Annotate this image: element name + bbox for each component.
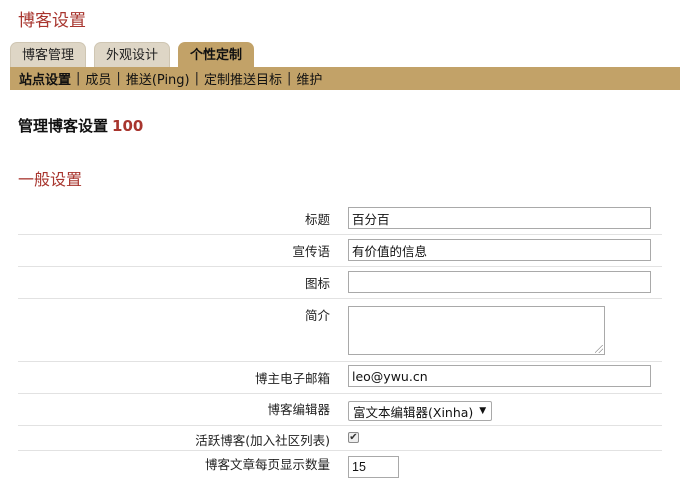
subnav-separator: | xyxy=(194,71,200,86)
email-label: 博主电子邮箱 xyxy=(254,371,330,386)
subnav-ping[interactable]: 推送(Ping) xyxy=(126,69,190,88)
title-input[interactable] xyxy=(348,207,651,229)
manage-heading: 管理博客设置 100 xyxy=(18,115,143,136)
manage-heading-count: 100 xyxy=(112,117,144,135)
dropdown-arrow-icon: ▼ xyxy=(479,406,487,416)
icon-input[interactable] xyxy=(348,271,651,293)
tagline-input[interactable] xyxy=(348,239,651,261)
resize-grip-icon[interactable] xyxy=(595,345,603,353)
editor-select-value: 富文本编辑器(Xinha) xyxy=(353,404,474,420)
general-settings-form: 标题 宣传语 图标 简介 博主电子邮箱 博客编辑器 富文本编辑器(Xinha) ▼… xyxy=(18,203,662,481)
per-page-label: 博客文章每页显示数量 xyxy=(204,457,330,472)
manage-heading-label: 管理博客设置 xyxy=(18,117,109,135)
tab-customization[interactable]: 个性定制 xyxy=(178,42,255,67)
check-mark-icon: ✔ xyxy=(349,432,358,443)
main-tabs: 博客管理 外观设计 个性定制 xyxy=(10,42,262,67)
form-row-title: 标题 xyxy=(18,203,662,235)
form-row-active: 活跃博客(加入社区列表) ✔ xyxy=(18,426,662,451)
form-row-per-page: 博客文章每页显示数量 xyxy=(18,451,662,481)
page-title: 博客设置 xyxy=(18,11,86,31)
active-checkbox[interactable]: ✔ xyxy=(348,432,359,443)
form-row-editor: 博客编辑器 富文本编辑器(Xinha) ▼ xyxy=(18,394,662,426)
subnav-separator: | xyxy=(116,71,121,86)
editor-select[interactable]: 富文本编辑器(Xinha) ▼ xyxy=(348,401,493,421)
subnav-separator: | xyxy=(287,71,292,86)
form-row-tagline: 宣传语 xyxy=(18,235,662,267)
icon-label: 图标 xyxy=(304,276,330,291)
subnav-site-settings[interactable]: 站点设置 xyxy=(19,69,71,88)
form-row-icon: 图标 xyxy=(18,267,662,299)
intro-label: 简介 xyxy=(304,308,330,323)
subnav-members[interactable]: 成员 xyxy=(85,69,111,88)
sub-navigation: 站点设置 | 成员 | 推送(Ping) | 定制推送目标 | 维护 xyxy=(10,67,680,90)
subnav-separator: | xyxy=(76,71,81,86)
active-label: 活跃博客(加入社区列表) xyxy=(195,433,330,448)
per-page-input[interactable] xyxy=(348,456,399,478)
section-title: 一般设置 xyxy=(18,170,83,189)
subnav-custom-ping-targets[interactable]: 定制推送目标 xyxy=(204,69,282,88)
tagline-label: 宣传语 xyxy=(292,244,330,259)
tab-blog-management[interactable]: 博客管理 xyxy=(10,42,87,67)
email-input[interactable] xyxy=(348,365,651,387)
form-row-email: 博主电子邮箱 xyxy=(18,362,662,394)
form-row-intro: 简介 xyxy=(18,299,662,362)
subnav-maintenance[interactable]: 维护 xyxy=(296,69,322,88)
editor-label: 博客编辑器 xyxy=(267,402,330,417)
intro-textarea[interactable] xyxy=(348,306,605,355)
title-label: 标题 xyxy=(304,212,330,227)
tab-appearance-design[interactable]: 外观设计 xyxy=(94,42,171,67)
